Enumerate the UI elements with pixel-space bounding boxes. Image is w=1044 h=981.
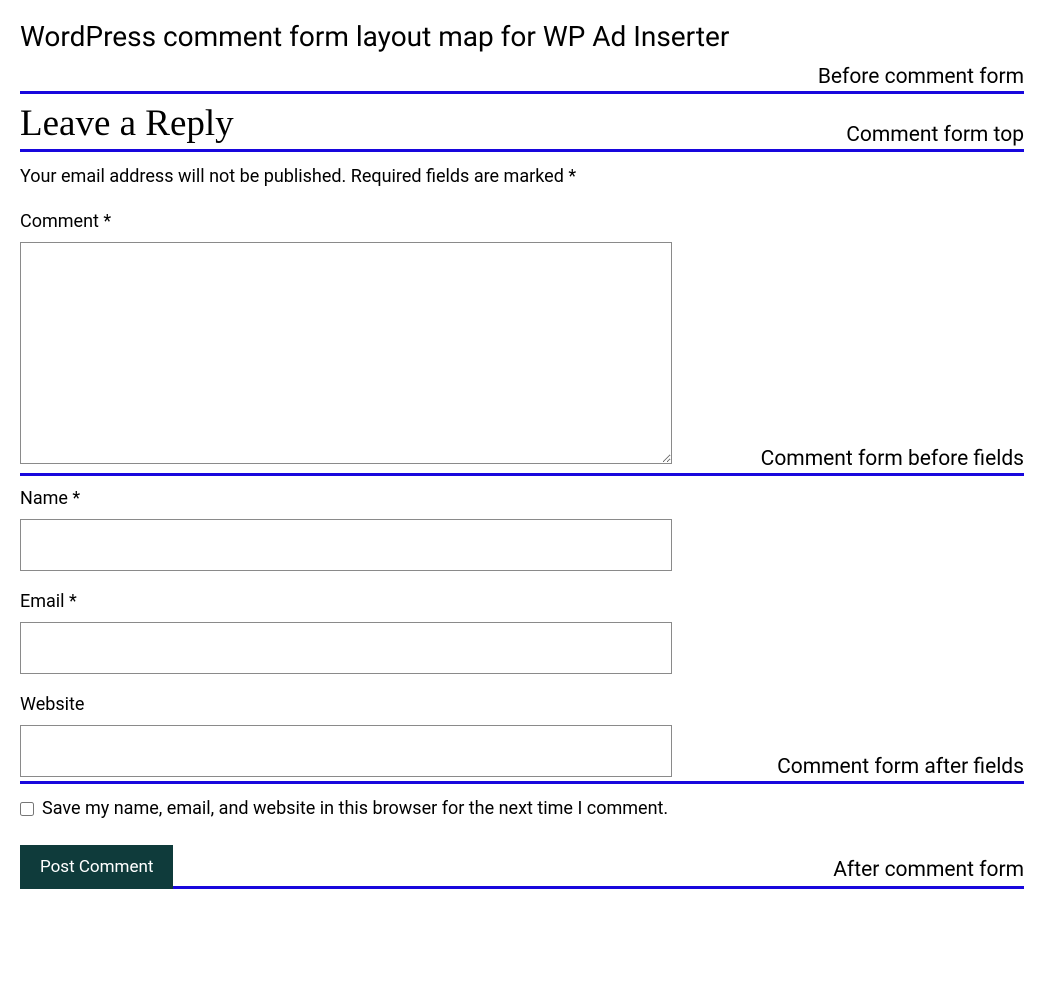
email-label: Email * xyxy=(20,591,1024,612)
save-info-checkbox[interactable] xyxy=(20,802,34,816)
save-info-label: Save my name, email, and website in this… xyxy=(42,798,668,819)
page-title: WordPress comment form layout map for WP… xyxy=(20,20,1024,53)
website-label: Website xyxy=(20,694,1024,715)
save-info-row: Save my name, email, and website in this… xyxy=(20,798,1024,819)
marker-comment-form-top: Comment form top xyxy=(20,149,1024,152)
email-input[interactable] xyxy=(20,622,672,674)
marker-comment-form-after-fields: Comment form after fields xyxy=(20,781,1024,784)
submit-row: Post Comment After comment form xyxy=(20,845,1024,889)
comment-textarea[interactable] xyxy=(20,242,672,464)
name-field-group: Name * xyxy=(20,488,1024,571)
marker-label: Before comment form xyxy=(818,65,1024,89)
post-comment-button[interactable]: Post Comment xyxy=(20,845,173,889)
marker-label: Comment form after fields xyxy=(777,755,1024,779)
comment-label: Comment * xyxy=(20,211,1024,232)
email-field-group: Email * xyxy=(20,591,1024,674)
email-note: Your email address will not be published… xyxy=(20,166,1024,187)
website-input[interactable] xyxy=(20,725,672,777)
marker-before-comment-form: Before comment form xyxy=(20,91,1024,94)
marker-comment-form-before-fields: Comment form before fields xyxy=(20,473,1024,476)
name-input[interactable] xyxy=(20,519,672,571)
marker-label: Comment form top xyxy=(846,123,1024,147)
name-label: Name * xyxy=(20,488,1024,509)
comment-field-group: Comment * xyxy=(20,211,1024,468)
marker-label: Comment form before fields xyxy=(761,447,1024,471)
marker-label: After comment form xyxy=(833,858,1024,882)
